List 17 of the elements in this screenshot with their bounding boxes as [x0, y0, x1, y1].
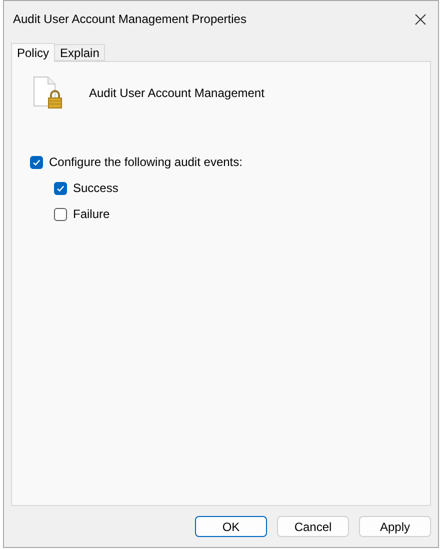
dialog-button[interactable]: Apply: [359, 516, 431, 537]
dialog-button[interactable]: Cancel: [277, 516, 349, 537]
tab[interactable]: Policy: [11, 43, 56, 62]
checkbox-label: Configure the following audit events:: [49, 155, 242, 169]
dialog-button[interactable]: OK: [195, 516, 267, 537]
check-icon: [32, 158, 41, 166]
check-icon: [56, 184, 65, 192]
checkbox-label: Failure: [73, 207, 110, 221]
checkbox[interactable]: [54, 182, 67, 194]
tab[interactable]: Explain: [54, 44, 106, 61]
checkbox[interactable]: [54, 208, 67, 220]
policy-name: Audit User Account Management: [89, 86, 264, 100]
close-icon: [414, 14, 426, 24]
window-title: Audit User Account Management Properties: [13, 12, 246, 26]
checkbox-label: Success: [73, 181, 118, 195]
checkbox[interactable]: [30, 156, 43, 168]
locked-document-icon: [33, 76, 62, 109]
